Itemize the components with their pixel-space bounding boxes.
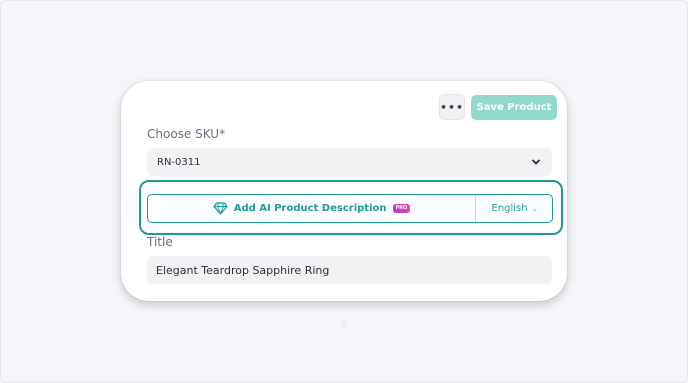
more-horizontal-icon: ••• [439, 100, 465, 114]
save-product-button[interactable]: Save Product [471, 95, 557, 120]
title-input-value: Elegant Teardrop Sapphire Ring [156, 263, 330, 277]
chevron-down-icon: ⌄ [531, 204, 538, 213]
ai-description-bar: Add AI Product Description PRO English ⌄ [147, 194, 553, 223]
more-options-button[interactable]: ••• [439, 94, 465, 120]
language-select[interactable]: English ⌄ [476, 195, 553, 222]
title-input[interactable]: Elegant Teardrop Sapphire Ring [147, 256, 552, 284]
language-label: English [491, 203, 528, 214]
product-form-card: ••• Save Product Choose SKU* RN-0311 Add… [121, 81, 567, 301]
decorative-mark [342, 320, 346, 328]
sku-label: Choose SKU* [147, 127, 226, 141]
gem-icon [213, 202, 228, 215]
add-ai-description-button[interactable]: Add AI Product Description PRO [148, 195, 475, 222]
sku-select[interactable]: RN-0311 [147, 148, 552, 176]
pro-badge: PRO [392, 204, 411, 213]
sku-selected-value: RN-0311 [157, 156, 201, 168]
add-ai-description-label: Add AI Product Description [233, 203, 387, 214]
chevron-down-icon [532, 159, 540, 165]
title-label: Title [147, 235, 173, 249]
